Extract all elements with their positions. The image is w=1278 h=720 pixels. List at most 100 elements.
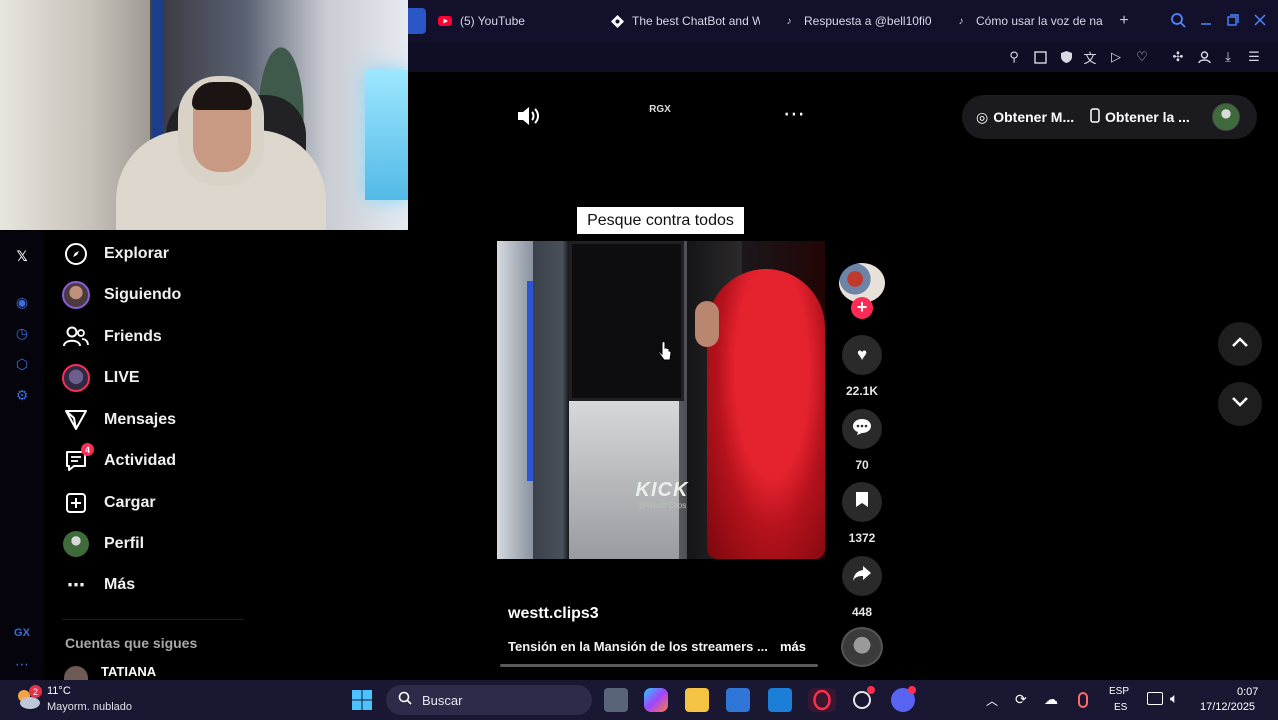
send-icon[interactable]: ▷ (1106, 47, 1126, 67)
opera-gx-icon[interactable] (808, 688, 836, 712)
download-icon[interactable]: ⤓ (1218, 47, 1238, 67)
friends-icon (62, 323, 90, 351)
extensions-icon[interactable]: ✣ (1168, 47, 1188, 67)
user-avatar[interactable] (1212, 103, 1240, 131)
settings-icon[interactable]: ⚙ (12, 385, 32, 405)
snapshot-icon[interactable] (1030, 47, 1050, 67)
task-view-icon[interactable] (604, 688, 628, 712)
sidebar-item-label: Cargar (104, 494, 156, 511)
sidebar-item-label: Explorar (104, 245, 169, 262)
tab-tiktok-2[interactable]: ♪ Cómo usar la voz de na (954, 8, 1104, 34)
profile-avatar-icon (62, 530, 90, 558)
sidebar-item-label: Más (104, 576, 136, 593)
active-tab-edge[interactable] (406, 8, 426, 34)
video-progress-bar[interactable] (500, 664, 818, 667)
sidebar-item-explorar[interactable]: Explorar (62, 237, 169, 271)
video-window (569, 241, 684, 401)
rail-more-icon[interactable]: ⋯ (12, 654, 32, 674)
search-icon (398, 691, 412, 710)
video-player[interactable]: KICK @Westt Clips (497, 241, 825, 559)
follow-plus-icon[interactable]: + (851, 297, 873, 319)
tab-chatbot[interactable]: The best ChatBot and W (610, 8, 760, 34)
network-icon[interactable] (1147, 692, 1163, 705)
close-icon[interactable] (1250, 10, 1270, 30)
app-icon: ◎ (976, 108, 989, 125)
discord-notification-dot (908, 686, 916, 694)
upload-icon (62, 489, 90, 517)
activity-badge: 4 (81, 443, 94, 456)
clock-date[interactable]: 17/12/2025 (1200, 701, 1255, 713)
comment-button[interactable] (842, 409, 882, 449)
copilot-icon[interactable] (644, 688, 668, 712)
menu-icon[interactable]: ☰ (1244, 47, 1264, 67)
minimize-icon[interactable] (1196, 10, 1216, 30)
maximize-icon[interactable] (1223, 10, 1243, 30)
pin-icon[interactable]: ⚲ (1004, 47, 1024, 67)
clock-time[interactable]: 0:07 (1237, 686, 1258, 698)
comment-icon (852, 418, 872, 441)
get-app-button-2[interactable]: Obtener la ... (1090, 107, 1190, 127)
profile-icon[interactable] (1194, 47, 1214, 67)
kick-watermark-sub: @Westt Clips (637, 501, 687, 510)
sidebar-item-mensajes[interactable]: Mensajes (62, 403, 176, 437)
weather-description[interactable]: Mayorm. nublado (47, 701, 132, 713)
following-account-avatar[interactable] (64, 666, 88, 680)
history-icon[interactable]: ◷ (12, 323, 32, 343)
file-explorer-icon[interactable] (685, 688, 709, 712)
music-disc-icon[interactable] (841, 627, 883, 667)
volume-tray-icon[interactable]: 🔈︎ (1170, 690, 1178, 707)
save-button[interactable] (842, 482, 882, 522)
heart-icon[interactable]: ♡ (1132, 47, 1152, 67)
sidebar-item-friends[interactable]: Friends (62, 320, 162, 354)
volume-icon[interactable] (515, 103, 541, 129)
activity-icon: 4 (62, 443, 94, 475)
language-bottom[interactable]: ES (1114, 702, 1127, 713)
microsoft-store-icon[interactable] (726, 688, 750, 712)
tray-overflow-chevron-icon[interactable]: ︿ (986, 692, 998, 709)
new-tab-button[interactable]: + (1114, 11, 1134, 31)
like-button[interactable]: ♥ (842, 335, 882, 375)
next-video-button[interactable] (1218, 382, 1262, 426)
video-author[interactable]: westt.clips3 (508, 605, 599, 623)
sidebar-item-actividad[interactable]: 4 Actividad (62, 443, 176, 478)
translate-icon[interactable]: 文 (1080, 47, 1100, 67)
search-tabs-icon[interactable] (1168, 10, 1188, 30)
sidebar-item-live[interactable]: LIVE (62, 361, 140, 395)
get-app-button-1[interactable]: ◎ Obtener M... (976, 107, 1074, 127)
tab-tiktok-1[interactable]: ♪ Respuesta a @bell10fi0 (782, 8, 932, 34)
microphone-icon[interactable] (1078, 692, 1088, 708)
description-more-link[interactable]: más (780, 639, 806, 654)
share-button[interactable] (842, 556, 882, 596)
sidebar-item-label: Siguiendo (104, 286, 182, 303)
previous-video-button[interactable] (1218, 322, 1262, 366)
onedrive-cloud-icon[interactable]: ☁ (1044, 691, 1058, 708)
outlook-icon[interactable] (768, 688, 792, 712)
sidebar-item-cargar[interactable]: Cargar (62, 486, 156, 520)
x-logo-icon[interactable]: 𝕏 (12, 246, 32, 266)
extensions-rail-icon[interactable]: ⬡ (12, 354, 32, 374)
shield-icon[interactable] (1056, 47, 1076, 67)
phone-icon (1090, 108, 1100, 126)
sidebar-item-label: Friends (104, 328, 162, 345)
taskbar-search-box[interactable]: Buscar (386, 685, 592, 715)
player-icon[interactable]: ◉ (12, 292, 32, 312)
tab-youtube[interactable]: (5) YouTube (438, 8, 588, 34)
video-person-face (695, 301, 719, 347)
channel-tag: RGX (649, 104, 671, 115)
sidebar-item-siguiendo[interactable]: Siguiendo (62, 278, 181, 312)
chatgpt-notification-dot (867, 686, 875, 694)
webcam-overlay (0, 0, 408, 230)
windows-start-icon[interactable] (350, 688, 374, 712)
sidebar-item-mas[interactable]: ⋯ Más (62, 568, 135, 602)
sync-icon[interactable]: ⟳ (1015, 691, 1027, 708)
sidebar-item-label: Perfil (104, 535, 145, 552)
language-top[interactable]: ESP (1109, 686, 1129, 697)
more-icon[interactable]: ⋯ (781, 103, 807, 128)
weather-temp[interactable]: 11°C (47, 685, 71, 697)
video-person-red-hoodie (707, 269, 825, 559)
gx-logo-icon[interactable]: GX (12, 623, 32, 643)
following-account-name[interactable]: TATIANA (101, 664, 156, 679)
sidebar-item-perfil[interactable]: Perfil (62, 527, 144, 561)
video-blue-light (527, 281, 533, 481)
save-count: 1372 (848, 531, 876, 545)
